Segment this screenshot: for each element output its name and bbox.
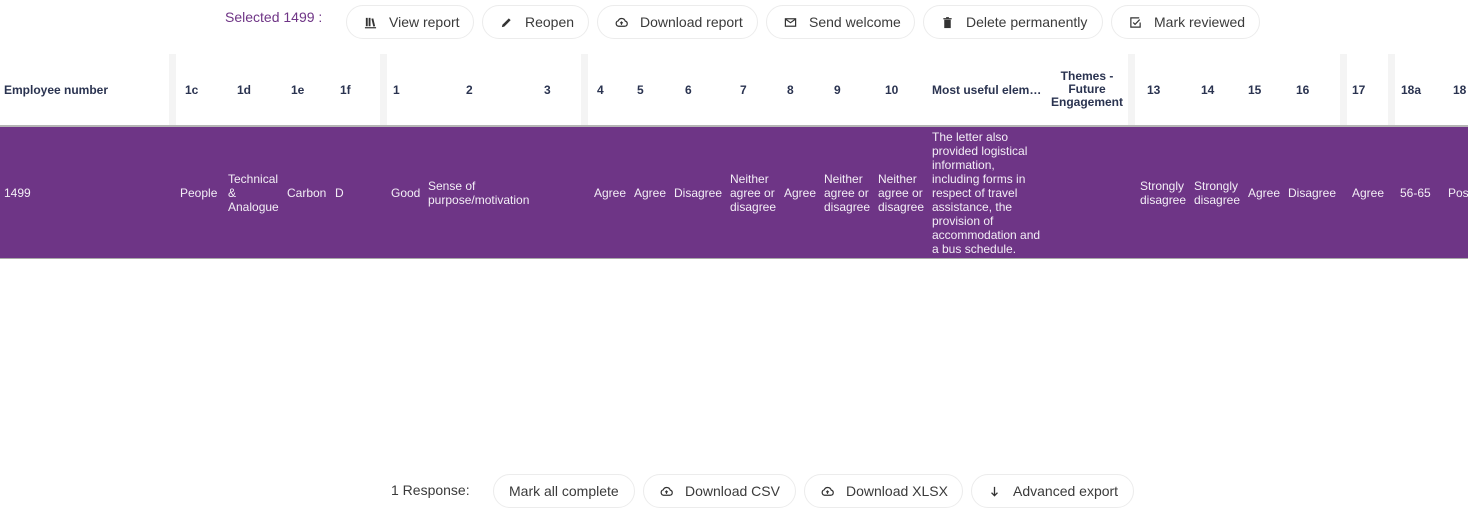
arrow-down-icon — [987, 484, 1001, 498]
mark-all-complete-label: Mark all complete — [509, 483, 619, 499]
column-group-separator — [169, 54, 176, 125]
download-csv-button[interactable]: Download CSV — [643, 474, 796, 508]
cell-2: Sense of purpose/motivation — [428, 178, 530, 207]
download-report-label: Download report — [640, 14, 743, 30]
column-group-separator — [380, 54, 387, 125]
cell-17: Agree — [1352, 185, 1385, 200]
send-welcome-button[interactable]: Send welcome — [766, 5, 915, 39]
advanced-export-label: Advanced export — [1013, 483, 1119, 499]
delete-permanently-label: Delete permanently — [966, 14, 1088, 30]
column-header-9[interactable]: 9 — [834, 54, 841, 125]
envelope-icon — [783, 15, 797, 29]
column-header-themes-future-engagement[interactable]: Themes - Future Engagement — [1048, 54, 1126, 125]
mark-reviewed-button[interactable]: Mark reviewed — [1111, 5, 1260, 39]
download-xlsx-label: Download XLSX — [846, 483, 948, 499]
cell-4: Agree — [594, 185, 627, 200]
send-welcome-label: Send welcome — [809, 14, 901, 30]
column-header-employee-number[interactable]: Employee number — [4, 54, 108, 125]
column-header-10[interactable]: 10 — [885, 54, 898, 125]
cell-7: Neither agree or disagree — [730, 171, 777, 214]
column-header-1e[interactable]: 1e — [291, 54, 304, 125]
view-report-button[interactable]: View report — [346, 5, 474, 39]
cell-13: Strongly disagree — [1140, 178, 1187, 207]
cell-employee-number: 1499 — [4, 185, 31, 200]
column-group-separator — [1388, 54, 1395, 125]
cell-1d: Technical & Analogue — [228, 171, 279, 214]
cell-8: Agree — [784, 185, 817, 200]
column-header-14[interactable]: 14 — [1201, 54, 1214, 125]
cloud-upload-icon — [659, 484, 673, 498]
responses-table: Employee number 1c 1d 1e 1f 1 2 3 4 5 6 … — [0, 54, 1468, 259]
cell-6: Disagree — [674, 185, 723, 200]
mark-all-complete-button[interactable]: Mark all complete — [493, 474, 635, 508]
column-header-1c[interactable]: 1c — [185, 54, 198, 125]
cell-15: Agree — [1248, 185, 1281, 200]
column-header-13[interactable]: 13 — [1147, 54, 1160, 125]
cloud-upload-icon — [614, 15, 628, 29]
download-report-button[interactable]: Download report — [597, 5, 758, 39]
cell-16: Disagree — [1288, 185, 1337, 200]
cell-most-useful-element: The letter also provided logistical info… — [932, 129, 1041, 256]
column-header-7[interactable]: 7 — [740, 54, 747, 125]
column-header-2[interactable]: 2 — [466, 54, 473, 125]
cell-1: Good — [391, 185, 421, 200]
response-count-label: 1 Response: — [391, 482, 470, 498]
cell-1f: D — [335, 185, 344, 200]
library-icon — [363, 15, 377, 29]
column-header-5[interactable]: 5 — [637, 54, 644, 125]
cloud-upload-icon — [820, 484, 834, 498]
column-header-8[interactable]: 8 — [787, 54, 794, 125]
column-header-17[interactable]: 17 — [1352, 54, 1365, 125]
column-header-18a[interactable]: 18a — [1401, 54, 1421, 125]
trash-icon — [940, 15, 954, 29]
column-header-4[interactable]: 4 — [597, 54, 604, 125]
column-header-15[interactable]: 15 — [1248, 54, 1261, 125]
table-header: Employee number 1c 1d 1e 1f 1 2 3 4 5 6 … — [0, 54, 1468, 127]
column-group-separator — [1340, 54, 1347, 125]
cell-1c: People — [180, 185, 218, 200]
cell-18: Pos — [1448, 185, 1468, 200]
checkbox-icon — [1128, 15, 1142, 29]
cell-1e: Carbon — [287, 185, 327, 200]
column-header-16[interactable]: 16 — [1296, 54, 1309, 125]
reopen-button[interactable]: Reopen — [482, 5, 589, 39]
column-group-separator — [581, 54, 588, 125]
advanced-export-button[interactable]: Advanced export — [971, 474, 1134, 508]
column-header-1[interactable]: 1 — [393, 54, 400, 125]
cell-18a: 56-65 — [1400, 185, 1431, 200]
cell-9: Neither agree or disagree — [824, 171, 871, 214]
column-header-most-useful-element[interactable]: Most useful elem… — [932, 54, 1046, 125]
mark-reviewed-label: Mark reviewed — [1154, 14, 1246, 30]
selected-count-label: Selected 1499 : — [225, 9, 323, 25]
cell-10: Neither agree or disagree — [878, 171, 925, 214]
column-group-separator — [1128, 54, 1135, 125]
delete-permanently-button[interactable]: Delete permanently — [923, 5, 1103, 39]
column-header-1f[interactable]: 1f — [340, 54, 351, 125]
column-header-6[interactable]: 6 — [685, 54, 692, 125]
column-header-18[interactable]: 18 — [1453, 54, 1466, 125]
download-xlsx-button[interactable]: Download XLSX — [804, 474, 963, 508]
view-report-label: View report — [389, 14, 460, 30]
column-header-3[interactable]: 3 — [544, 54, 551, 125]
reopen-label: Reopen — [525, 14, 575, 30]
pencil-icon — [499, 15, 513, 29]
cell-14: Strongly disagree — [1194, 178, 1241, 207]
table-row-selected[interactable]: 1499 People Technical & Analogue Carbon … — [0, 127, 1468, 259]
column-header-1d[interactable]: 1d — [237, 54, 251, 125]
cell-themes-future-engagement — [1050, 127, 1126, 258]
cell-5: Agree — [634, 185, 667, 200]
download-csv-label: Download CSV — [685, 483, 780, 499]
